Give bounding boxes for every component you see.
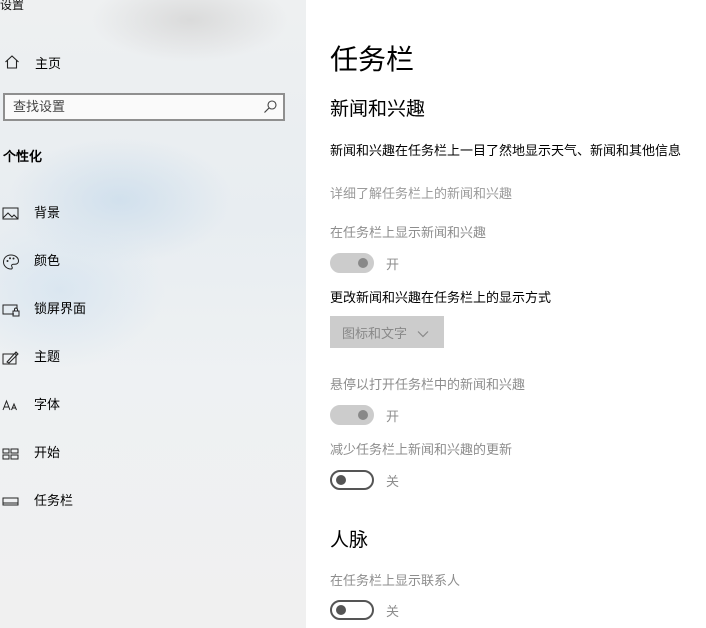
hover-open-toggle[interactable] — [330, 405, 374, 425]
reduce-updates-toggle-row: 关 — [330, 469, 399, 491]
sidebar: 设置 主页 个性化 背景 颜色 锁屏界面 — [0, 0, 306, 628]
page-title: 任务栏 — [330, 43, 415, 76]
main-content: 任务栏 新闻和兴趣 新闻和兴趣在任务栏上一目了然地显示天气、新闻和其他信息 详细… — [306, 0, 706, 628]
display-mode-dropdown[interactable]: 图标和文字 — [330, 316, 444, 348]
hover-open-toggle-row: 开 — [330, 404, 399, 426]
news-description: 新闻和兴趣在任务栏上一目了然地显示天气、新闻和其他信息 — [330, 144, 682, 159]
sidebar-item-label: 背景 — [34, 206, 61, 221]
home-icon — [3, 53, 21, 71]
sidebar-item-label: 任务栏 — [34, 494, 74, 509]
show-news-toggle-row: 开 — [330, 252, 399, 274]
toggle-knob — [336, 605, 346, 615]
sidebar-item-taskbar[interactable]: 任务栏 — [0, 490, 306, 538]
search-box[interactable] — [3, 93, 285, 121]
toggle-knob — [358, 410, 368, 420]
start-icon — [2, 445, 20, 463]
people-heading: 人脉 — [330, 529, 369, 551]
show-contacts-toggle[interactable] — [330, 600, 374, 620]
toggle-state-label: 关 — [386, 474, 400, 490]
sidebar-item-start[interactable]: 开始 — [0, 442, 306, 490]
search-icon[interactable] — [261, 98, 279, 116]
palette-icon — [2, 253, 20, 271]
sidebar-item-label: 颜色 — [34, 254, 61, 269]
chevron-down-icon — [417, 323, 429, 342]
sidebar-item-background[interactable]: 背景 — [0, 202, 306, 250]
toggle-knob — [336, 475, 346, 485]
learn-more-link[interactable]: 详细了解任务栏上的新闻和兴趣 — [330, 186, 512, 204]
toggle-state-label: 开 — [386, 257, 400, 273]
show-news-toggle[interactable] — [330, 253, 374, 273]
show-contacts-toggle-row: 关 — [330, 599, 399, 621]
sidebar-item-label: 锁屏界面 — [34, 302, 87, 317]
toggle-state-label: 关 — [386, 604, 400, 620]
sidebar-item-label: 开始 — [34, 446, 61, 461]
theme-icon — [2, 349, 20, 367]
news-heading: 新闻和兴趣 — [330, 98, 426, 120]
nav-list: 背景 颜色 锁屏界面 主题 字体 开始 任务栏 — [0, 202, 306, 538]
display-mode-label: 更改新闻和兴趣在任务栏上的显示方式 — [330, 291, 552, 306]
show-news-label: 在任务栏上显示新闻和兴趣 — [330, 226, 487, 241]
picture-icon — [2, 205, 20, 223]
search-input[interactable] — [13, 95, 253, 119]
sidebar-item-themes[interactable]: 主题 — [0, 346, 306, 394]
display-mode-value: 图标和文字 — [342, 326, 408, 342]
sidebar-item-fonts[interactable]: 字体 — [0, 394, 306, 442]
reduce-updates-label: 减少任务栏上新闻和兴趣的更新 — [330, 443, 513, 458]
toggle-knob — [358, 258, 368, 268]
sidebar-item-lock-screen[interactable]: 锁屏界面 — [0, 298, 306, 346]
home-label: 主页 — [35, 56, 62, 72]
sidebar-item-home[interactable]: 主页 — [0, 50, 61, 74]
hover-open-label: 悬停以打开任务栏中的新闻和兴趣 — [330, 378, 526, 393]
taskbar-icon — [2, 493, 20, 511]
section-title: 个性化 — [3, 150, 43, 165]
sidebar-item-colors[interactable]: 颜色 — [0, 250, 306, 298]
lock-screen-icon — [2, 301, 20, 319]
app-title: 设置 — [0, 0, 25, 12]
font-icon — [2, 397, 20, 415]
sidebar-item-label: 字体 — [34, 398, 61, 413]
show-contacts-label: 在任务栏上显示联系人 — [330, 574, 461, 589]
sidebar-item-label: 主题 — [34, 350, 61, 365]
toggle-state-label: 开 — [386, 409, 400, 425]
reduce-updates-toggle[interactable] — [330, 470, 374, 490]
